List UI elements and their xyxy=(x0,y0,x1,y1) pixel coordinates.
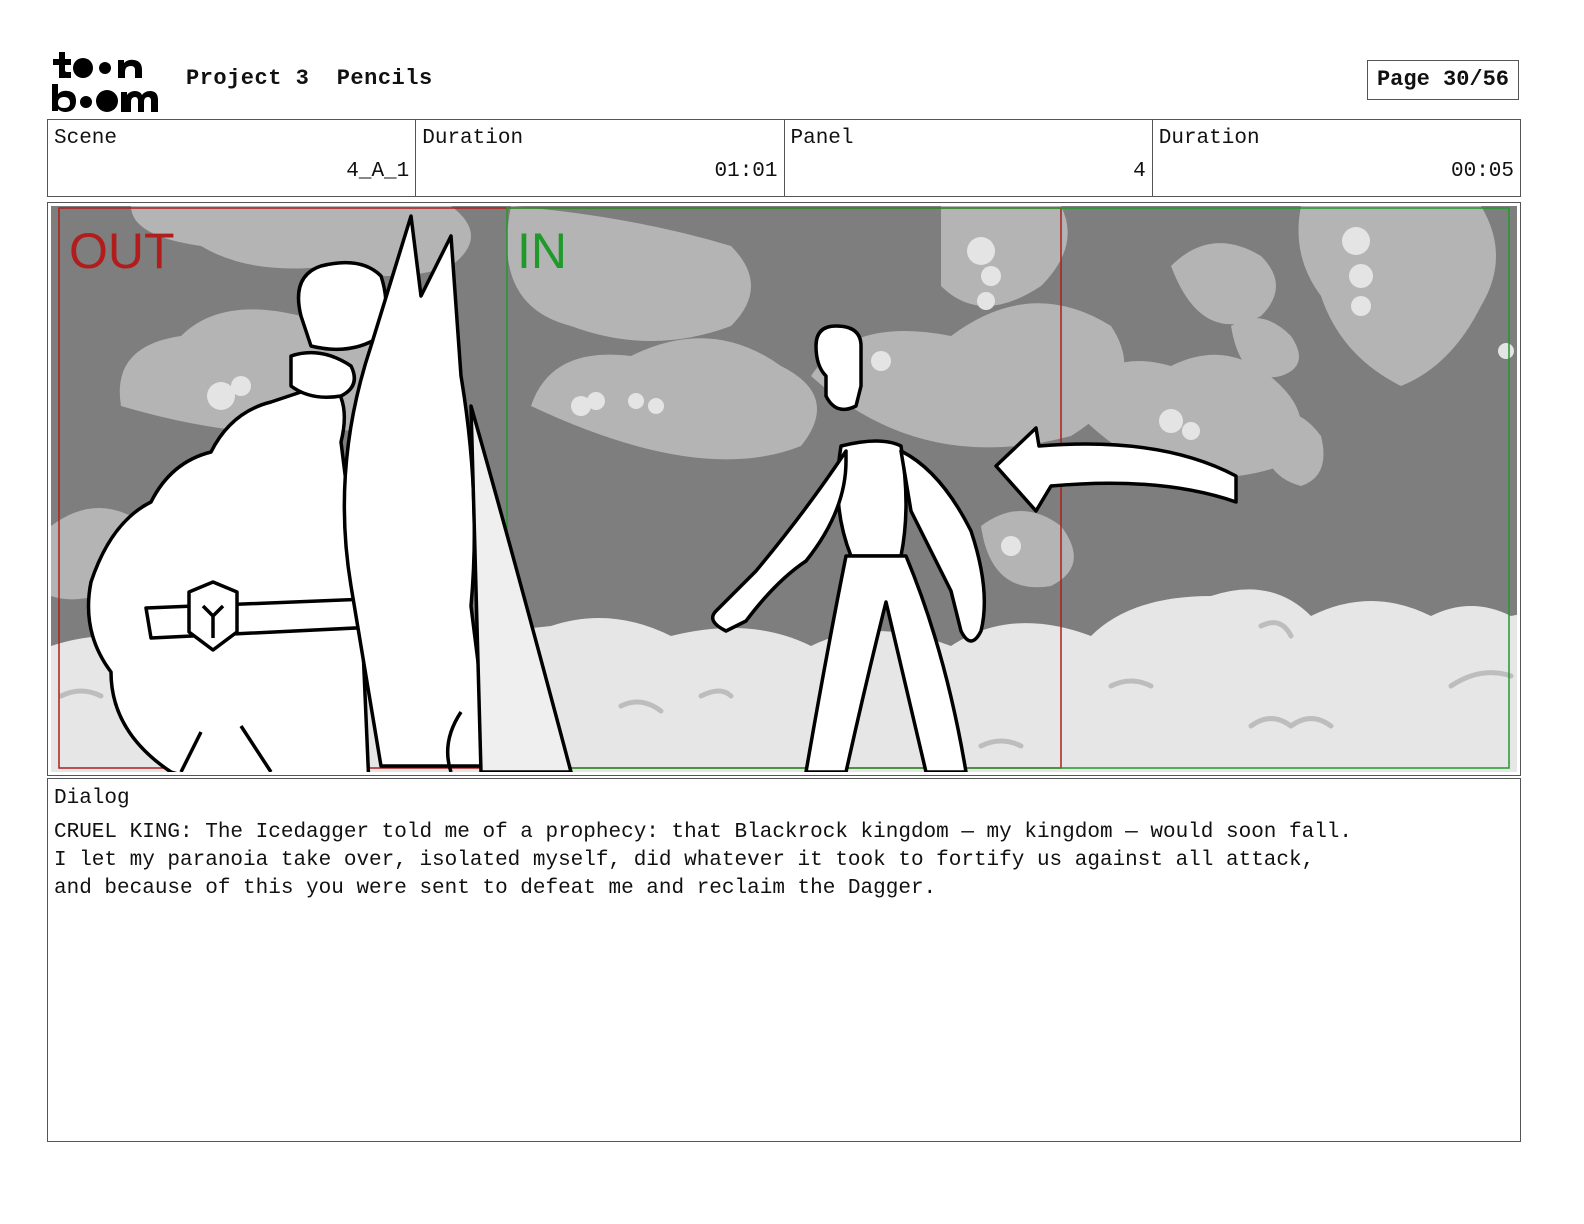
panel-cell: Panel 4 xyxy=(785,120,1153,196)
panel-label: Panel xyxy=(790,127,854,150)
dialog-text: CRUEL KING: The Icedagger told me of a p… xyxy=(54,821,1353,900)
panel-duration-cell: Duration 00:05 xyxy=(1153,120,1520,196)
scene-value: 4_A_1 xyxy=(346,160,410,183)
scene-duration-value: 01:01 xyxy=(714,160,778,183)
panel-value: 4 xyxy=(1133,160,1146,183)
scene-info-row: Scene 4_A_1 Duration 01:01 Panel 4 Durat… xyxy=(47,119,1521,197)
toon-boom-logo xyxy=(52,52,158,112)
dialog-label: Dialog xyxy=(54,787,130,810)
dialog-box: Dialog CRUEL KING: The Icedagger told me… xyxy=(47,778,1521,1142)
scene-cell: Scene 4_A_1 xyxy=(48,120,417,196)
page-number: Page 30/56 xyxy=(1367,60,1519,100)
out-label: OUT xyxy=(69,223,175,279)
in-label: IN xyxy=(517,223,567,279)
panel-duration-value: 00:05 xyxy=(1450,160,1514,183)
scene-duration-label: Duration xyxy=(422,127,524,150)
storyboard-panel-image: OUT IN xyxy=(51,206,1517,772)
project-title: Project 3 Pencils xyxy=(186,66,433,91)
project-stage: Pencils xyxy=(336,66,433,91)
panel-duration-label: Duration xyxy=(1158,127,1260,150)
scene-label: Scene xyxy=(54,127,118,150)
project-name: Project 3 xyxy=(186,66,310,91)
scene-duration-cell: Duration 01:01 xyxy=(416,120,785,196)
